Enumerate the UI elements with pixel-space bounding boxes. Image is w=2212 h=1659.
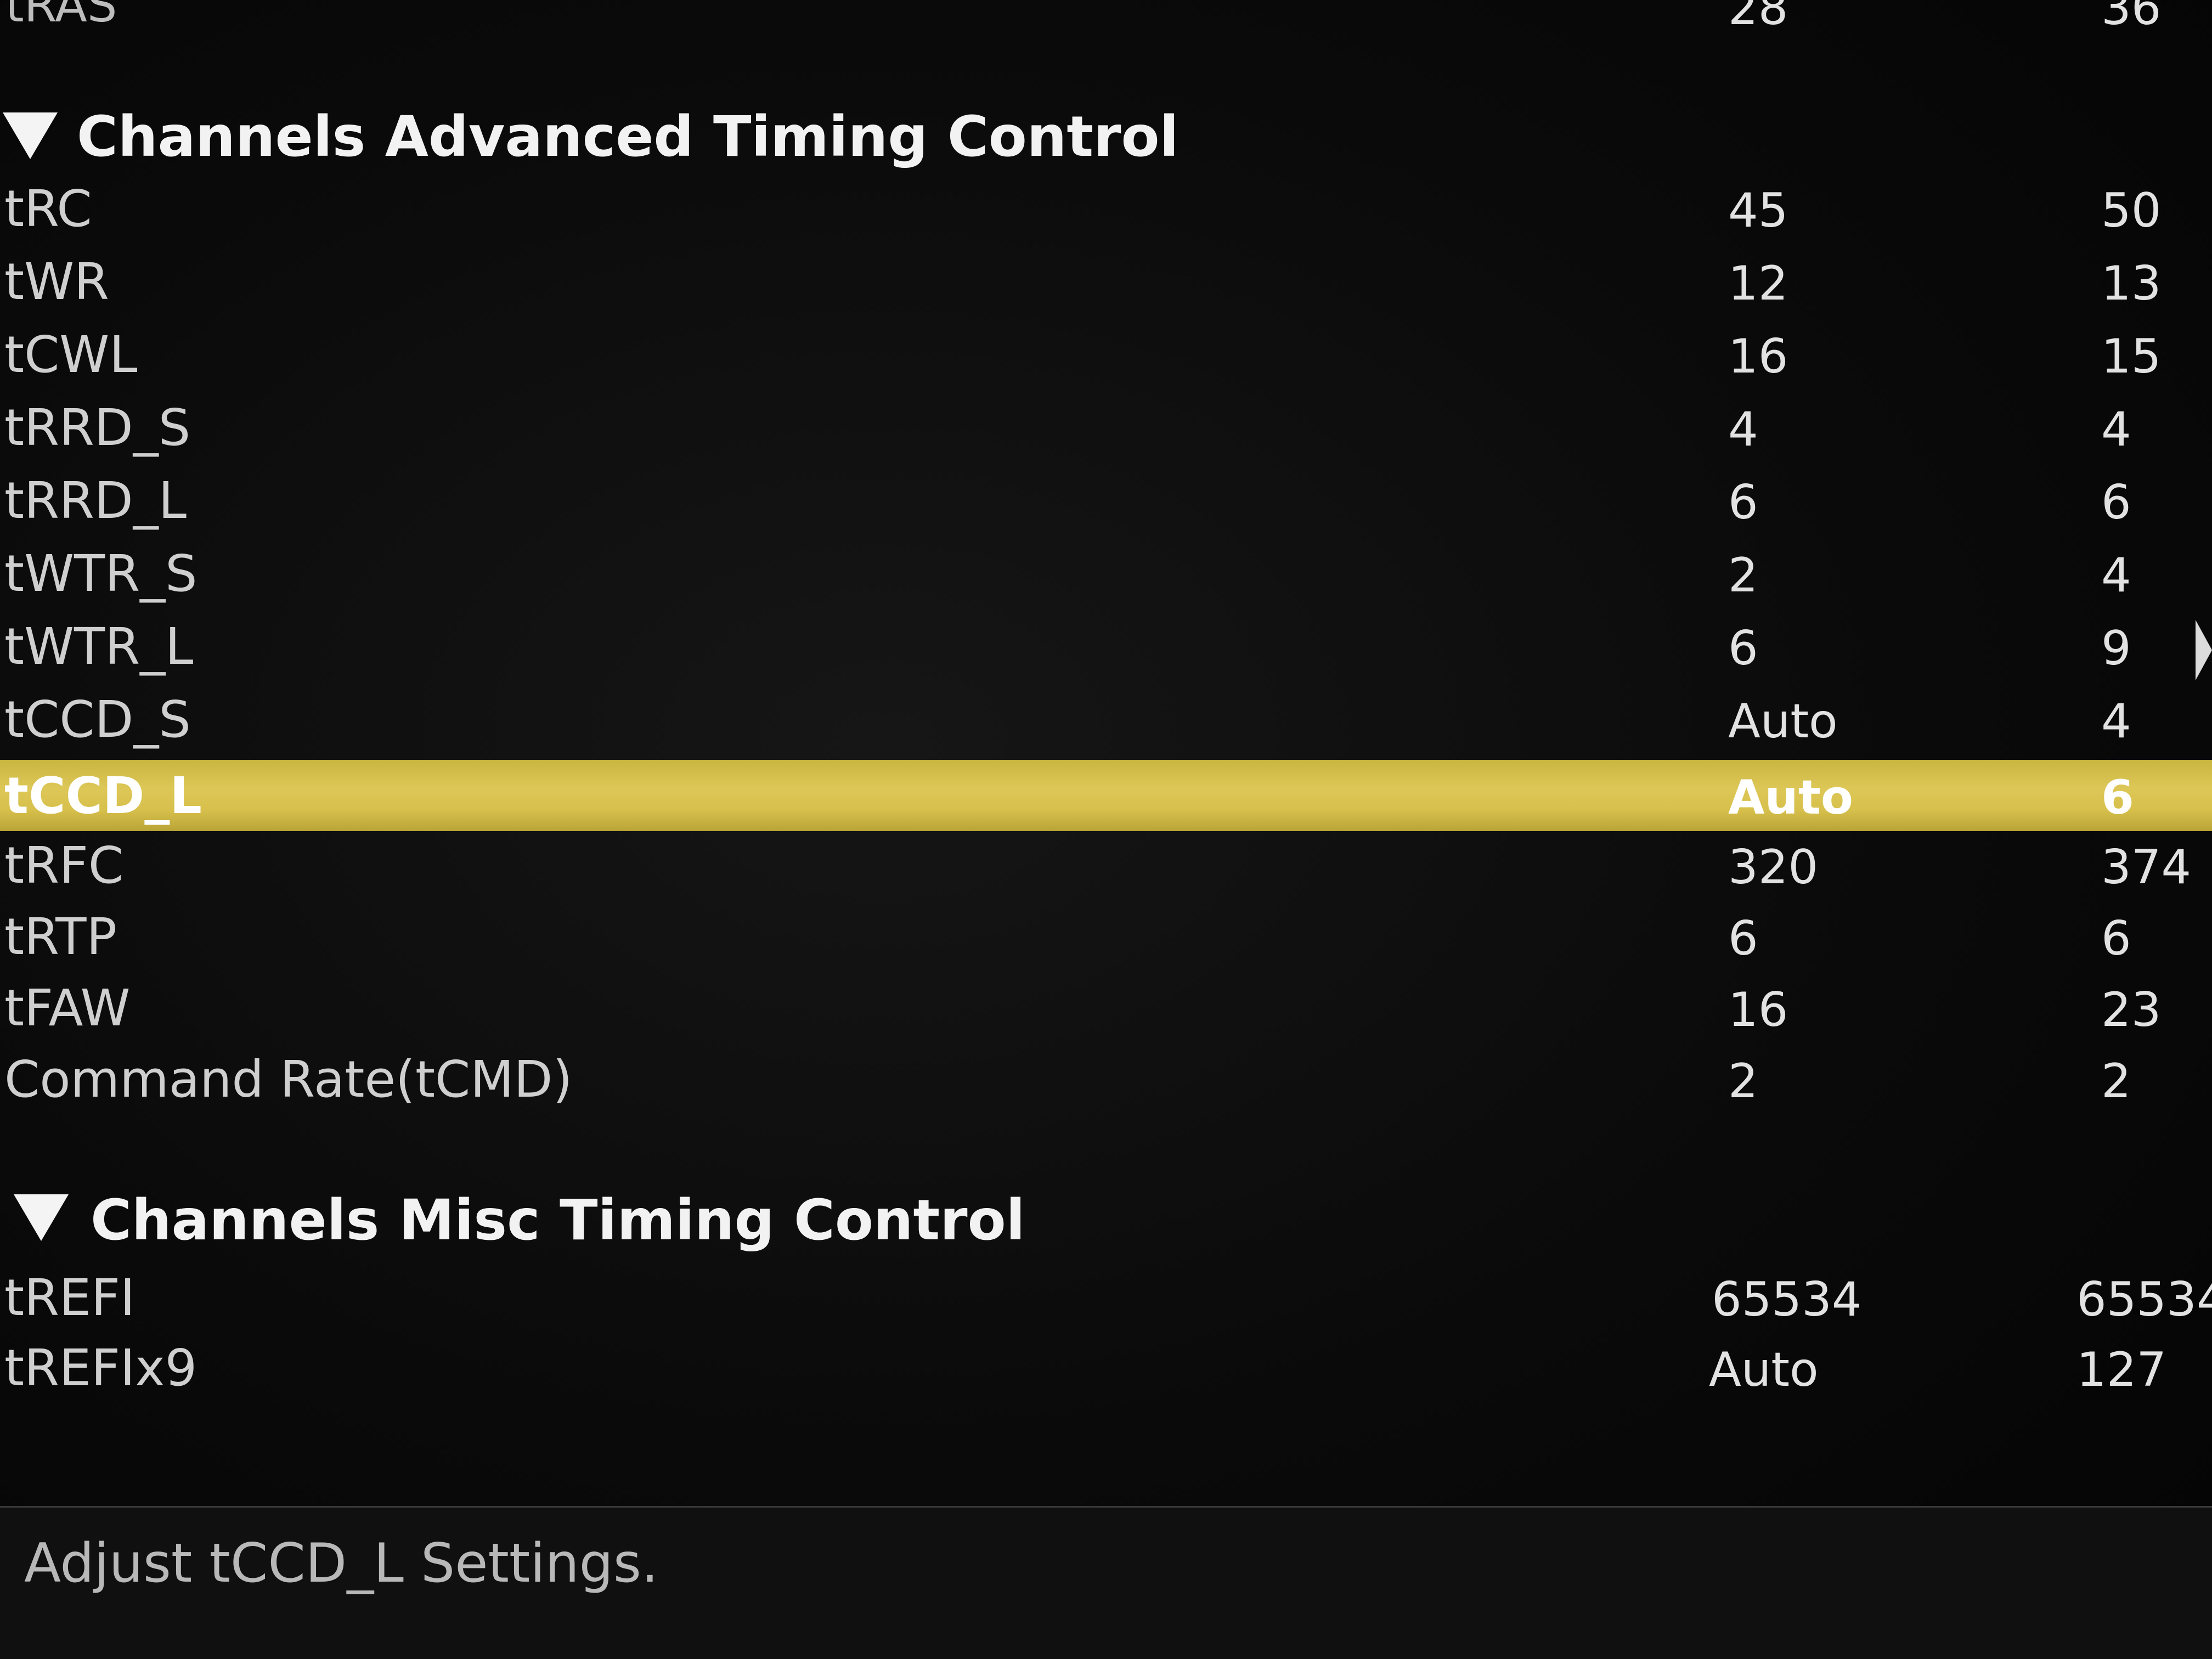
timing-row[interactable]: tRC 45 50: [0, 173, 2212, 244]
current-value: 2: [1728, 548, 1758, 603]
timing-row[interactable]: tCCD_S Auto 4: [0, 684, 2212, 755]
timing-row-selected[interactable]: tCCD_L Auto 6: [0, 760, 2212, 831]
timing-label: tCCD_S: [4, 690, 191, 749]
timing-row[interactable]: tWTR_S 2 4: [0, 538, 2212, 609]
setting-value: 4: [2101, 694, 2131, 749]
timing-row[interactable]: tCWL 16 15: [0, 319, 2212, 390]
setting-value: 374: [2101, 840, 2192, 895]
setting-value: 23: [2101, 983, 2162, 1037]
setting-value: 9: [2101, 621, 2131, 676]
timing-label: tRAS: [5, 0, 117, 33]
timing-row[interactable]: tWR 12 13: [0, 246, 2212, 317]
timing-label: tCCD_L: [4, 766, 202, 825]
setting-value: 6: [2101, 911, 2131, 966]
triangle-down-icon: [14, 1194, 69, 1241]
current-value: 320: [1728, 840, 1819, 895]
current-value: 16: [1728, 329, 1788, 384]
timing-label: tWTR_S: [4, 544, 198, 603]
section-title: Channels Advanced Timing Control: [77, 104, 1179, 170]
timing-label: tRTP: [4, 907, 117, 966]
current-value: 28: [1728, 0, 1788, 36]
timing-label: tREFI: [4, 1268, 136, 1327]
current-value: Auto: [1709, 1342, 1819, 1397]
setting-value: 6: [2101, 770, 2134, 825]
timing-row[interactable]: Command Rate(tCMD) 2 2: [0, 1043, 2212, 1115]
timing-label: tCWL: [4, 325, 138, 384]
current-value: 6: [1728, 621, 1758, 676]
timing-label: tRFC: [4, 836, 124, 895]
cursor-icon: [2196, 620, 2212, 680]
setting-value: 4: [2101, 548, 2131, 603]
timing-label: tRC: [4, 179, 92, 238]
timing-row[interactable]: tRFC 320 374: [0, 830, 2212, 901]
timing-label: tFAW: [4, 979, 131, 1037]
current-value: Auto: [1728, 694, 1838, 749]
timing-label: tWTR_L: [4, 617, 194, 676]
timing-row[interactable]: tWTR_L 6 9: [0, 611, 2212, 682]
help-text: Adjust tCCD_L Settings.: [24, 1532, 659, 1595]
setting-value: 36: [2101, 0, 2162, 36]
triangle-down-icon: [3, 112, 58, 159]
timing-row[interactable]: tRTP 6 6: [0, 901, 2212, 972]
setting-value: 13: [2101, 256, 2162, 311]
help-panel: Adjust tCCD_L Settings.: [0, 1508, 2212, 1659]
current-value: 16: [1728, 983, 1788, 1037]
setting-value: 65534: [2076, 1272, 2212, 1327]
timing-label: tRRD_L: [4, 471, 187, 530]
section-header-advanced[interactable]: Channels Advanced Timing Control: [0, 104, 1317, 178]
timing-row[interactable]: tFAW 16 23: [0, 972, 2212, 1043]
timing-label: Command Rate(tCMD): [4, 1050, 573, 1109]
timing-row[interactable]: tREFI 65534 65534: [0, 1262, 2212, 1333]
setting-value: 2: [2101, 1054, 2131, 1109]
current-value: 6: [1728, 911, 1758, 966]
current-value: 6: [1728, 475, 1758, 530]
timing-label: tREFIx9: [4, 1339, 198, 1397]
current-value: 2: [1728, 1054, 1758, 1109]
current-value: 45: [1728, 183, 1788, 238]
timing-row[interactable]: tRRD_S 4 4: [0, 392, 2212, 463]
timing-row-tras[interactable]: tRAS 28 36: [0, 0, 2212, 49]
section-title: Channels Misc Timing Control: [91, 1188, 1025, 1253]
current-value: 4: [1728, 402, 1758, 457]
setting-value: 127: [2076, 1342, 2167, 1397]
current-value: 12: [1728, 256, 1788, 311]
current-value: Auto: [1728, 770, 1853, 825]
timing-row[interactable]: tRRD_L 6 6: [0, 465, 2212, 536]
setting-value: 15: [2101, 329, 2162, 384]
timing-row[interactable]: tREFIx9 Auto 127: [0, 1332, 2212, 1403]
section-header-misc[interactable]: Channels Misc Timing Control: [0, 1182, 1317, 1254]
setting-value: 4: [2101, 402, 2131, 457]
timing-label: tWR: [4, 252, 109, 311]
setting-value: 6: [2101, 475, 2131, 530]
current-value: 65534: [1712, 1272, 1862, 1327]
timing-label: tRRD_S: [4, 398, 191, 457]
setting-value: 50: [2101, 183, 2162, 238]
